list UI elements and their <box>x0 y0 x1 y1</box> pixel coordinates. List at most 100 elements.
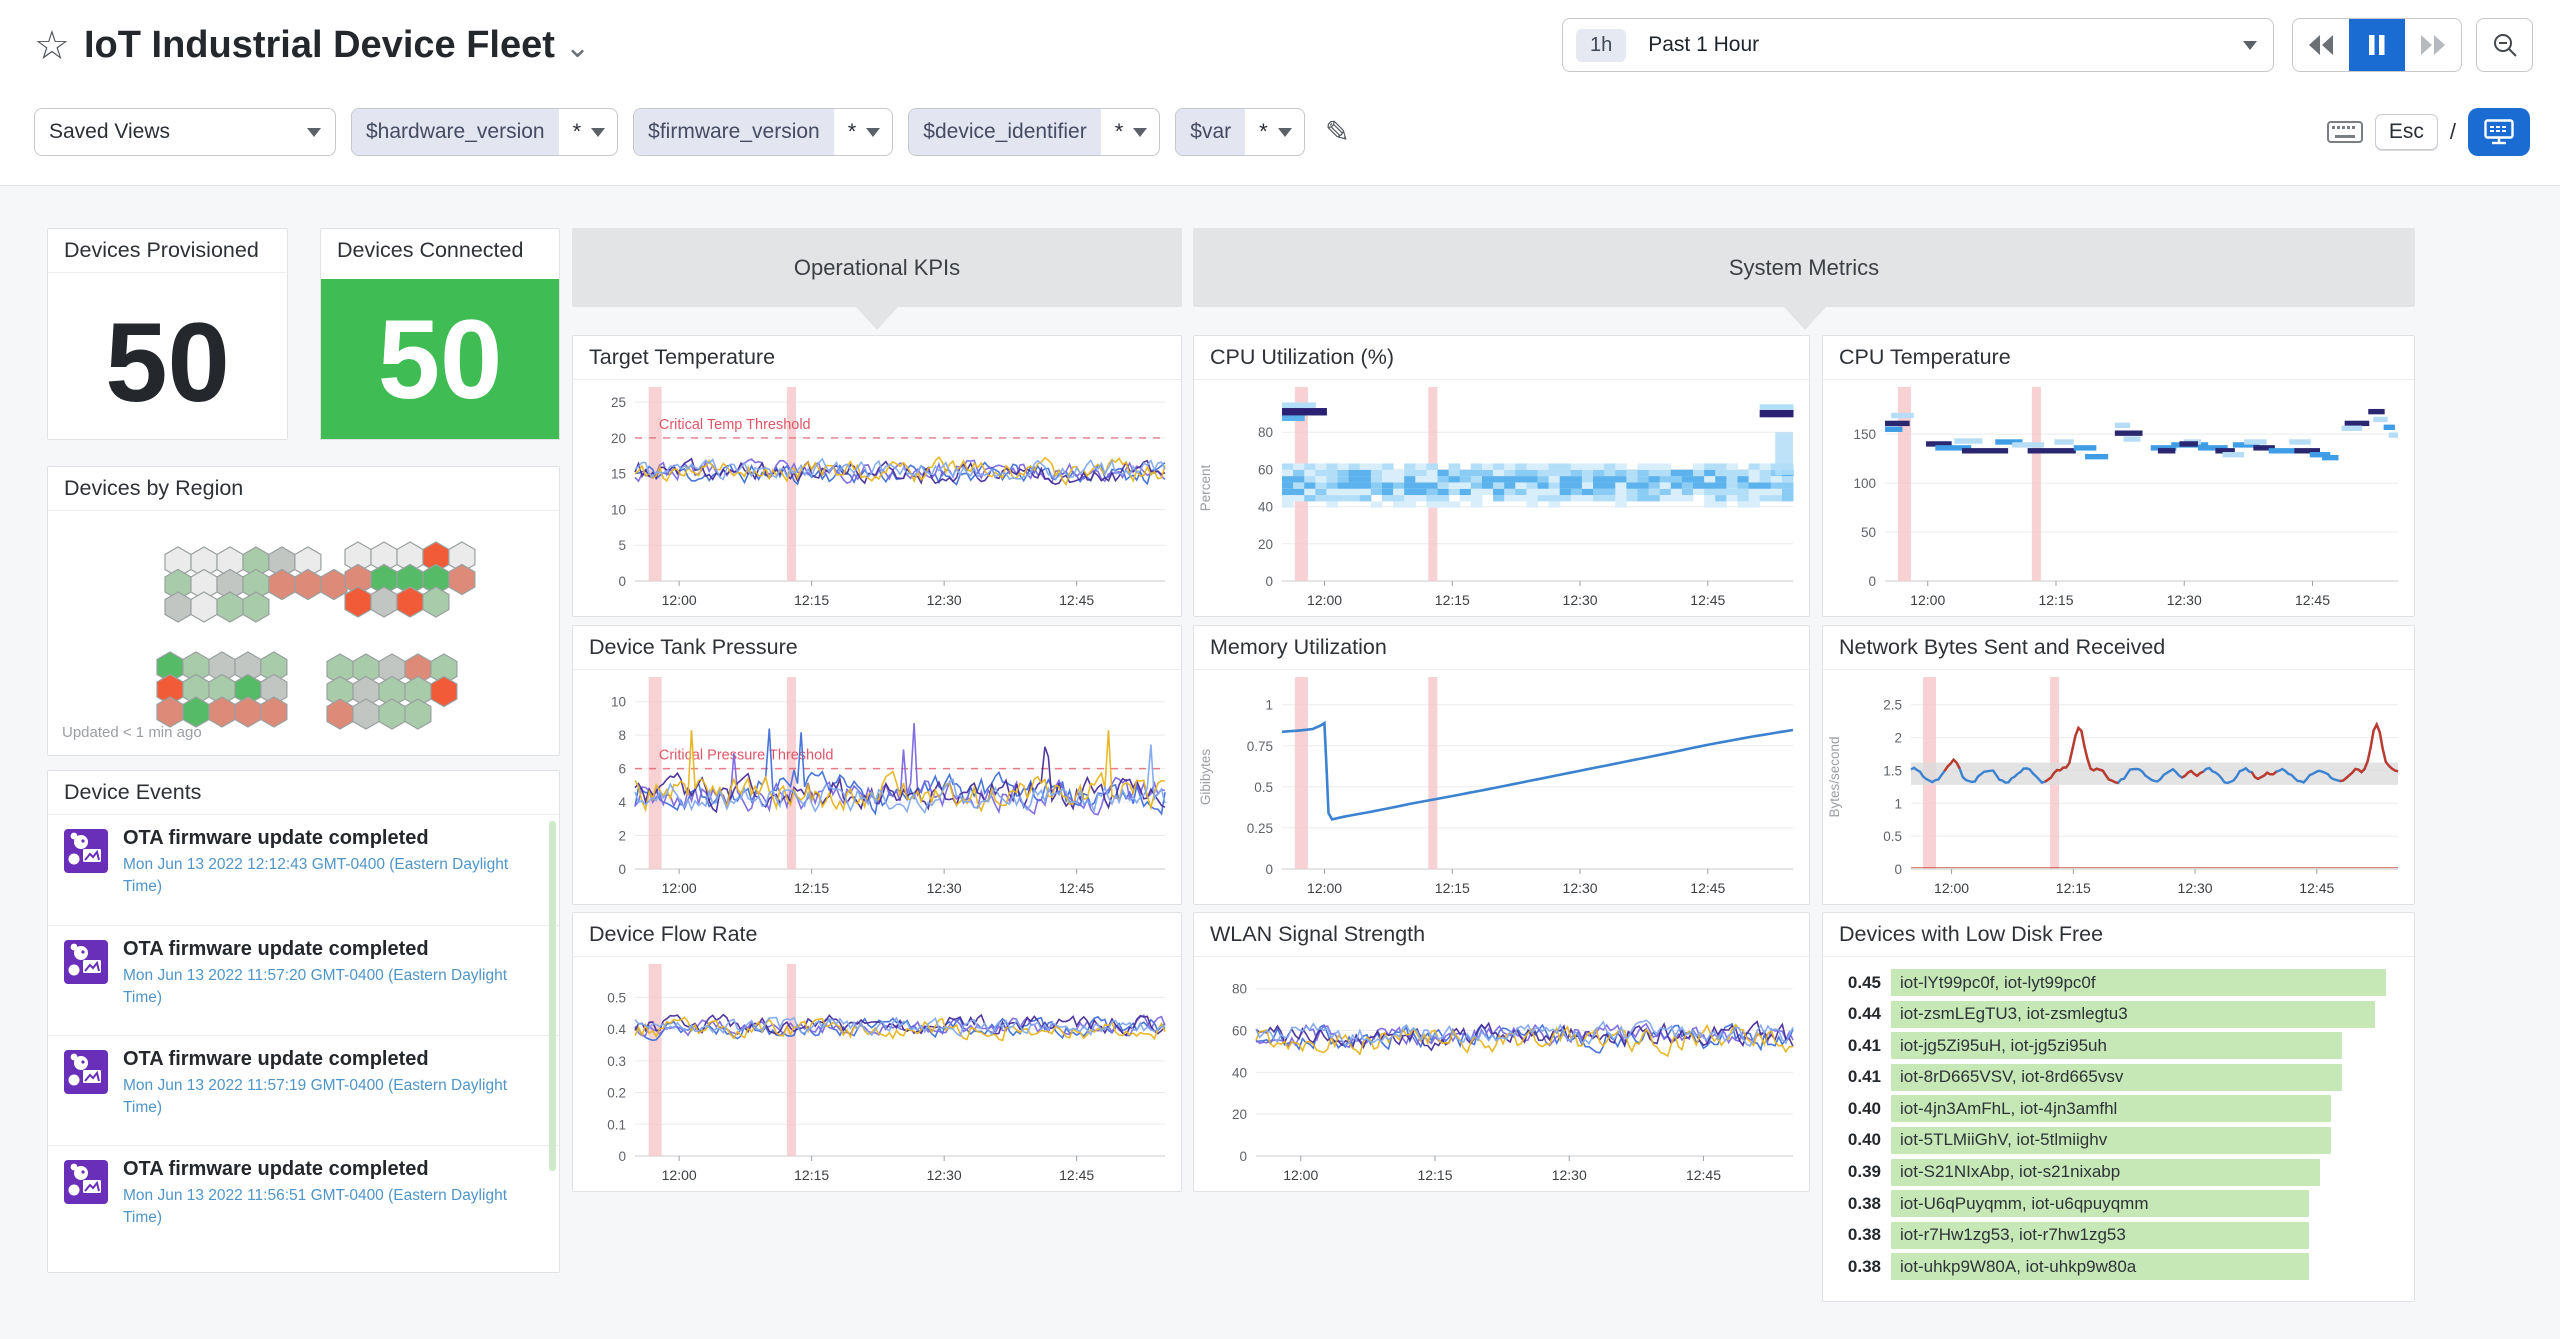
region-hex <box>165 592 191 622</box>
toplist-row[interactable]: 0.41iot-8rD665VSV, iot-8rd665vsv <box>1837 1064 2400 1091</box>
devices-connected-card[interactable]: Devices Connected50 <box>320 228 560 440</box>
event-title: OTA firmware update completed <box>123 1158 523 1181</box>
chart-plot-flow_rate[interactable]: 00.10.20.30.40.512:0012:1512:3012:45 <box>573 958 1181 1192</box>
template-variable-var[interactable]: $var* <box>1175 108 1304 156</box>
toplist-row[interactable]: 0.40iot-4jn3AmFhL, iot-4jn3amfhl <box>1837 1095 2400 1122</box>
svg-text:0: 0 <box>1868 574 1876 589</box>
temp-block <box>2179 441 2197 446</box>
toplist-value: 0.44 <box>1837 1004 1881 1024</box>
edit-variables-pencil-icon[interactable]: ✎ <box>1325 115 1350 150</box>
chart-plot-target_temperature[interactable]: 051015202512:0012:1512:3012:45Critical T… <box>573 381 1181 617</box>
esc-key[interactable]: Esc <box>2375 114 2438 150</box>
chart-card-cpu_temperature[interactable]: CPU Temperature05010015012:0012:1512:301… <box>1822 335 2415 617</box>
region-hex-map[interactable] <box>48 512 559 756</box>
template-variable-firmware_version[interactable]: $firmware_version* <box>633 108 893 156</box>
event-row[interactable]: OTA firmware update completed Mon Jun 13 … <box>48 1145 559 1255</box>
title-chevron-down-icon[interactable]: ⌄ <box>565 30 590 65</box>
region-hex <box>327 699 353 729</box>
chart-card-tank_pressure[interactable]: Device Tank Pressure024681012:0012:1512:… <box>572 625 1182 905</box>
slash-separator: / <box>2450 119 2456 145</box>
toplist-bar: iot-S21NIxAbp, iot-s21nixabp <box>1891 1159 2320 1186</box>
group-title: System Metrics <box>1729 255 1879 281</box>
events-scrollbar[interactable] <box>549 821 556 1171</box>
svg-text:12:45: 12:45 <box>1059 592 1094 608</box>
svg-text:60: 60 <box>1232 1024 1247 1039</box>
chart-title: Network Bytes Sent and Received <box>1823 626 2414 670</box>
region-hex <box>235 697 261 727</box>
svg-text:2: 2 <box>1894 731 1902 746</box>
region-hex <box>321 570 347 600</box>
toplist-label: iot-5TLMiiGhV, iot-5tlmiighv <box>1900 1130 2107 1150</box>
event-timestamp: Mon Jun 13 2022 11:56:51 GMT-0400 (Easte… <box>123 1185 523 1228</box>
chart-card-target_temperature[interactable]: Target Temperature051015202512:0012:1512… <box>572 335 1182 617</box>
toplist-row[interactable]: 0.38iot-uhkp9W80A, iot-uhkp9w80a <box>1837 1253 2400 1280</box>
toplist-value: 0.40 <box>1837 1130 1881 1150</box>
region-hex <box>157 697 183 727</box>
toplist-row[interactable]: 0.39iot-S21NIxAbp, iot-s21nixabp <box>1837 1159 2400 1186</box>
temp-block <box>2342 426 2363 431</box>
toplist-row[interactable]: 0.41iot-jg5Zi95uH, iot-jg5zi95uh <box>1837 1032 2400 1059</box>
chart-card-cpu_utilization[interactable]: CPU Utilization (%)020406080Percent12:00… <box>1193 335 1810 617</box>
chart-plot-cpu_temperature[interactable]: 05010015012:0012:1512:3012:45 <box>1823 381 2414 617</box>
chart-plot-wlan[interactable]: 02040608012:0012:1512:3012:45 <box>1194 958 1809 1192</box>
chart-card-low_disk[interactable]: Devices with Low Disk Free0.45iot-lYt99p… <box>1822 912 2415 1302</box>
device-events-card[interactable]: Device EventsOTA firmware update complet… <box>47 770 560 1273</box>
chart-plot-cpu_utilization[interactable]: 020406080Percent12:0012:1512:3012:45 <box>1194 381 1809 617</box>
svg-text:12:30: 12:30 <box>2178 880 2213 896</box>
fullscreen-tv-button[interactable] <box>2468 108 2530 156</box>
devices-by-region-card[interactable]: Devices by RegionUpdated < 1 min ago <box>47 466 560 756</box>
favorite-star-icon[interactable]: ☆ <box>34 26 70 66</box>
saved-views-label: Saved Views <box>49 120 170 144</box>
zoom-out-button[interactable] <box>2476 18 2533 72</box>
fast-forward-button[interactable] <box>2405 19 2461 71</box>
svg-text:0: 0 <box>1265 862 1273 877</box>
event-row[interactable]: OTA firmware update completedMon Jun 13 … <box>48 1035 559 1145</box>
devices-provisioned-card[interactable]: Devices Provisioned50 <box>47 228 288 440</box>
svg-text:0.1: 0.1 <box>607 1117 626 1132</box>
datadog-logo-avatar <box>62 1158 110 1206</box>
chart-plot-network[interactable]: 00.511.522.5Bytes/second12:0012:1512:301… <box>1823 671 2414 905</box>
toplist-value: 0.38 <box>1837 1194 1881 1214</box>
toplist-row[interactable]: 0.40 iot-5TLMiiGhV, iot-5tlmiighv <box>1837 1127 2400 1154</box>
toplist-label: iot-U6qPuyqmm, iot-u6qpuyqmm <box>1900 1194 2148 1214</box>
svg-text:0: 0 <box>618 574 626 589</box>
svg-text:12:45: 12:45 <box>2295 592 2330 608</box>
svg-text:12:15: 12:15 <box>794 1167 829 1183</box>
toplist-value: 0.41 <box>1837 1067 1881 1087</box>
chart-card-wlan[interactable]: WLAN Signal Strength02040608012:0012:151… <box>1193 912 1810 1192</box>
svg-text:12:30: 12:30 <box>927 880 962 896</box>
variable-name: $hardware_version <box>352 109 559 155</box>
toplist-bar: iot-jg5Zi95uH, iot-jg5zi95uh <box>1891 1032 2342 1059</box>
group-header-operational-kpis[interactable]: Operational KPIs <box>572 228 1182 307</box>
chart-card-memory[interactable]: Memory Utilization00.250.50.751Gibibytes… <box>1193 625 1810 905</box>
template-variable-hardware_version[interactable]: $hardware_version* <box>351 108 618 156</box>
event-row[interactable]: OTA firmware update completedMon Jun 13 … <box>48 925 559 1035</box>
monitor-icon <box>2484 119 2514 145</box>
event-row[interactable]: OTA firmware update completedMon Jun 13 … <box>48 815 559 925</box>
toplist-row[interactable]: 0.38iot-r7Hw1zg53, iot-r7hw1zg53 <box>1837 1222 2400 1249</box>
svg-text:12:00: 12:00 <box>662 880 697 896</box>
event-text: OTA firmware update completedMon Jun 13 … <box>123 938 523 1029</box>
keyboard-icon[interactable] <box>2327 120 2363 144</box>
template-variable-device_identifier[interactable]: $device_identifier* <box>908 108 1160 156</box>
rewind-button[interactable] <box>2293 19 2349 71</box>
toplist-row[interactable]: 0.38 iot-U6qPuyqmm, iot-u6qpuyqmm <box>1837 1190 2400 1217</box>
toplist-row[interactable]: 0.44iot-zsmLEgTU3, iot-zsmlegtu3 <box>1837 1001 2400 1028</box>
saved-views-select[interactable]: Saved Views <box>34 108 336 156</box>
chevron-down-icon <box>307 128 321 137</box>
toplist-row[interactable]: 0.45iot-lYt99pc0f, iot-lyt99pc0f <box>1837 969 2400 996</box>
chart-card-network[interactable]: Network Bytes Sent and Received00.511.52… <box>1822 625 2415 905</box>
time-range-label: Past 1 Hour <box>1648 33 1759 57</box>
time-range-picker[interactable]: 1h Past 1 Hour <box>1562 18 2274 72</box>
svg-text:12:30: 12:30 <box>1563 880 1598 896</box>
group-header-system-metrics[interactable]: System Metrics <box>1193 228 2415 307</box>
pause-button[interactable] <box>2349 19 2405 71</box>
svg-text:0: 0 <box>1265 574 1273 589</box>
chart-plot-tank_pressure[interactable]: 024681012:0012:1512:3012:45Critical Pres… <box>573 671 1181 905</box>
toplist-bar: iot-4jn3AmFhL, iot-4jn3amfhl <box>1891 1095 2331 1122</box>
region-updated-label: Updated < 1 min ago <box>62 724 202 741</box>
svg-text:12:15: 12:15 <box>1435 880 1470 896</box>
chart-card-flow_rate[interactable]: Device Flow Rate00.10.20.30.40.512:0012:… <box>572 912 1182 1192</box>
chart-plot-memory[interactable]: 00.250.50.751Gibibytes12:0012:1512:3012:… <box>1194 671 1809 905</box>
toplist-label: iot-uhkp9W80A, iot-uhkp9w80a <box>1900 1257 2136 1277</box>
